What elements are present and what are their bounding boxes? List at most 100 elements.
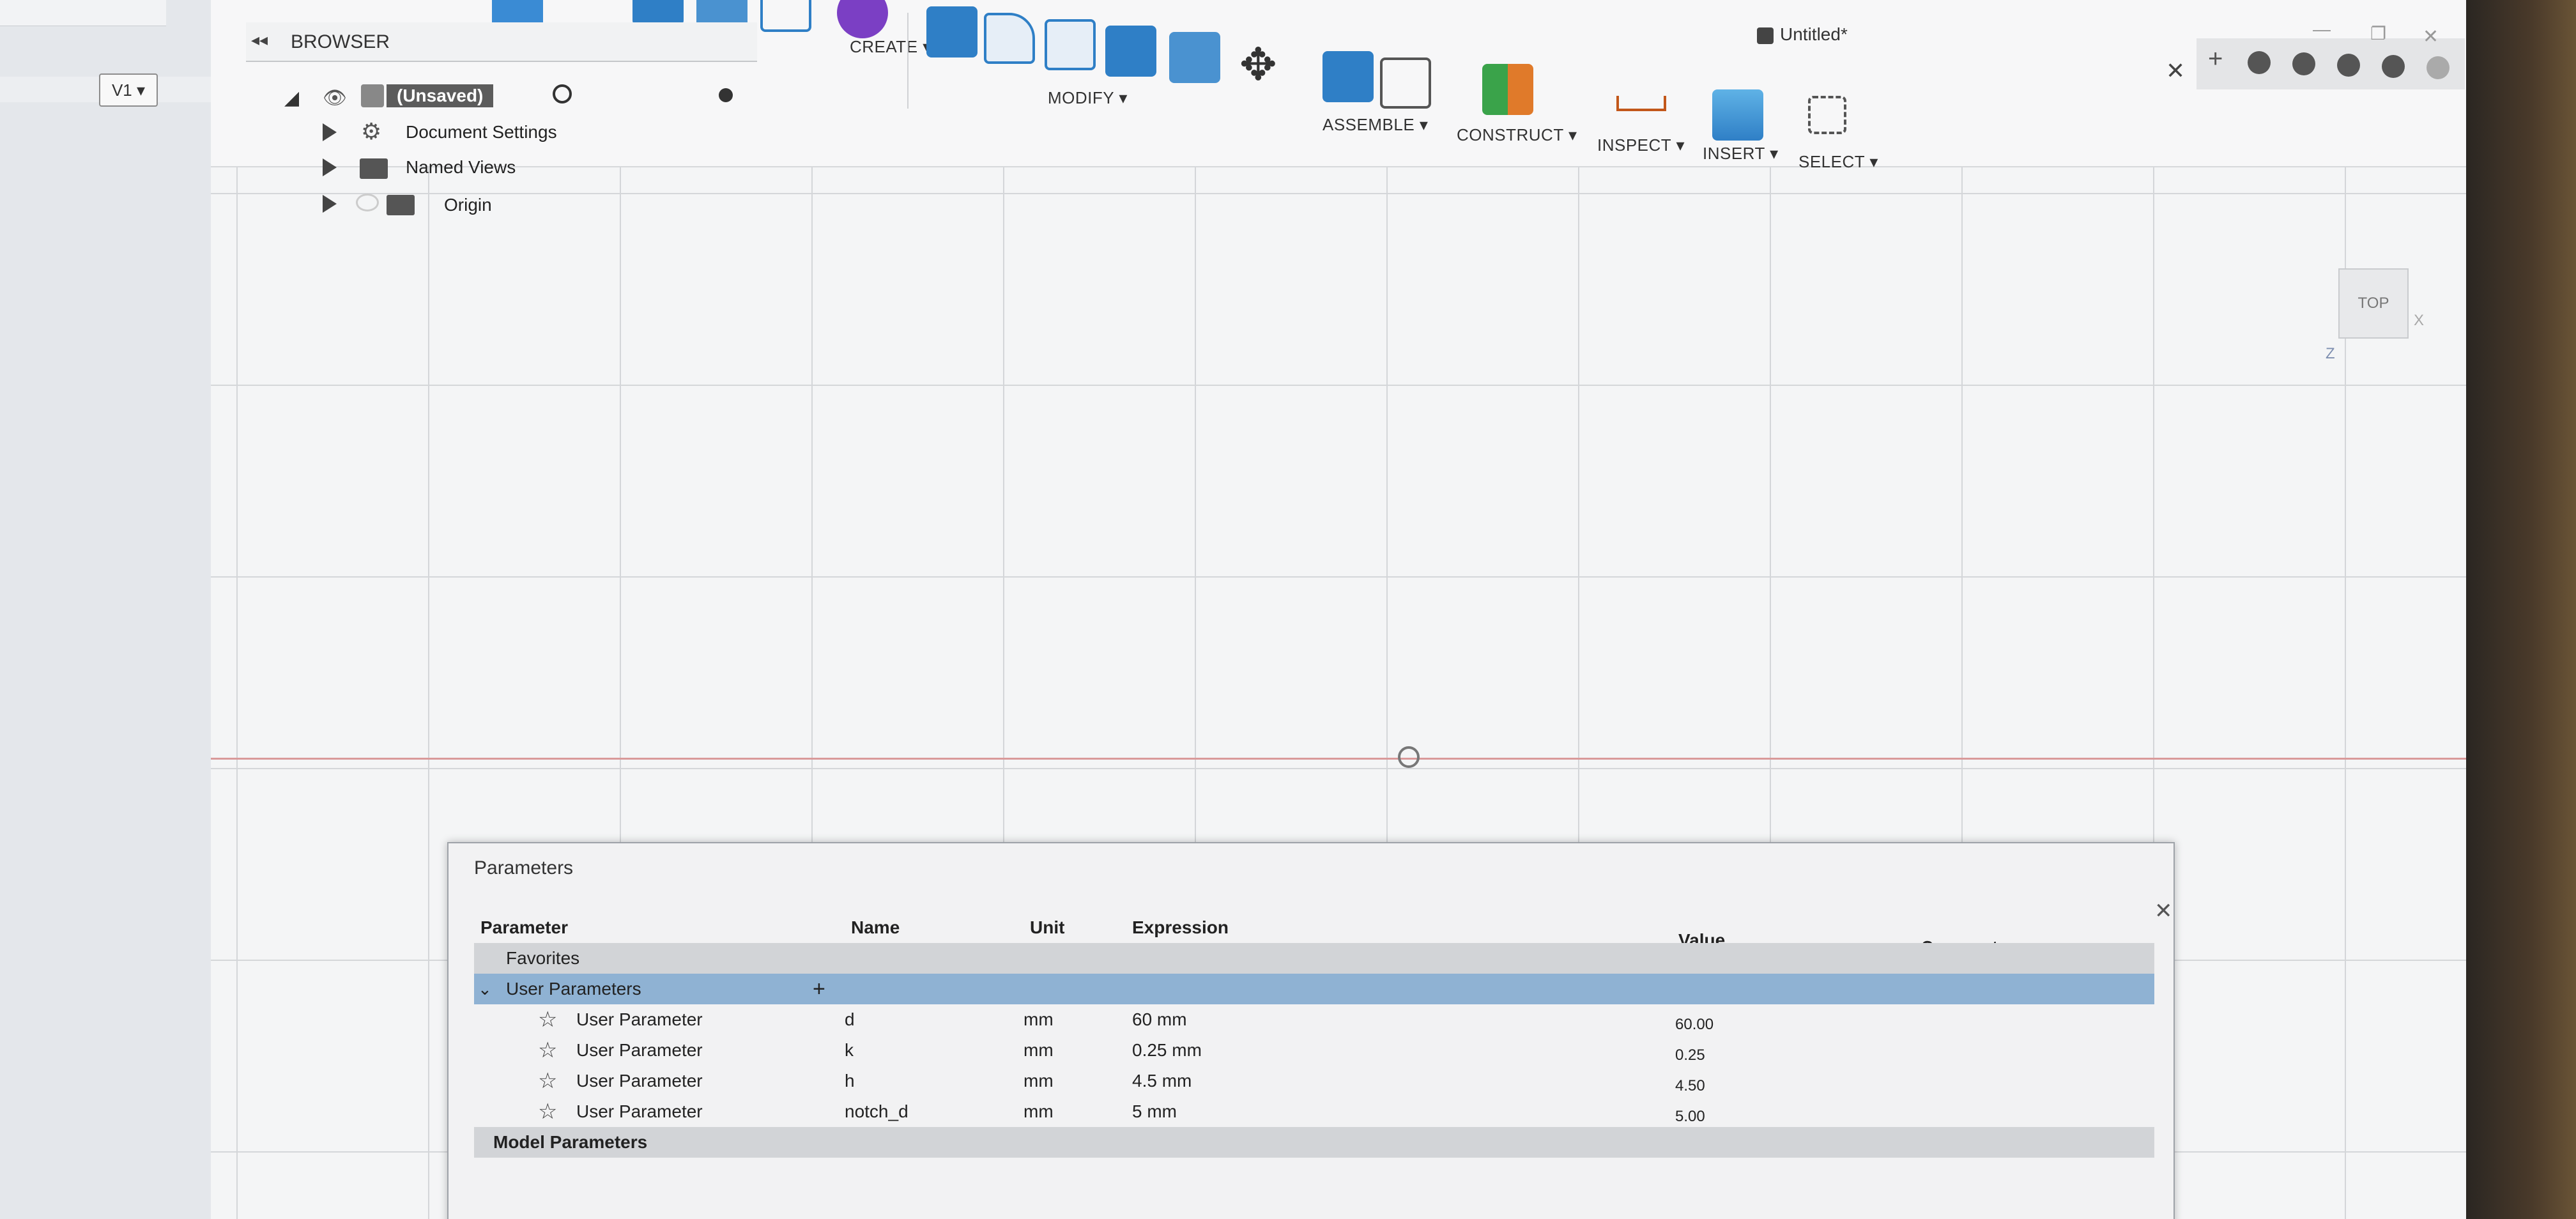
cell-expression[interactable]: 4.5 mm	[1132, 1066, 1192, 1096]
cell-expression[interactable]: 0.25 mm	[1132, 1035, 1202, 1066]
toolbar-create[interactable]: CREATE ▾	[850, 37, 931, 57]
joint-icon[interactable]	[1380, 57, 1431, 109]
chevron-down-icon[interactable]: ⌄	[478, 974, 492, 1004]
dialog-close-icon[interactable]: ✕	[2154, 898, 2173, 924]
activate-radio-icon[interactable]	[553, 84, 572, 103]
table-row[interactable]: ☆ User Parameter h mm 4.5 mm 4.50	[474, 1066, 2154, 1096]
root-component-label[interactable]: (Unsaved)	[387, 84, 494, 107]
add-parameter-button[interactable]: +	[813, 974, 825, 1004]
table-row[interactable]: ☆ User Parameter d mm 60 mm 60.00	[474, 1004, 2154, 1035]
cell-expression[interactable]: 5 mm	[1132, 1096, 1177, 1127]
favorite-star-icon[interactable]: ☆	[538, 1004, 557, 1035]
maximize-icon[interactable]: ❐	[2370, 23, 2386, 44]
sweep-icon[interactable]	[632, 0, 684, 26]
sketch-icon[interactable]	[760, 0, 811, 32]
cell-expression[interactable]: 60 mm	[1132, 1004, 1187, 1035]
browser-header: ◂◂ BROWSER	[246, 22, 757, 62]
combine-icon[interactable]	[1105, 26, 1156, 77]
shell-icon[interactable]	[1045, 19, 1096, 70]
toolbar-select[interactable]: SELECT ▾	[1798, 152, 1878, 172]
window-title: Untitled*	[1757, 24, 1848, 45]
browser-root-row[interactable]: ◢ 👁 (Unsaved)	[284, 83, 757, 116]
toolbar-construct[interactable]: CONSTRUCT ▾	[1457, 125, 1577, 145]
expand-root-icon[interactable]: ◢	[284, 87, 299, 109]
expand-icon[interactable]	[323, 123, 337, 141]
cell-unit[interactable]: mm	[1023, 1096, 1054, 1127]
favorite-star-icon[interactable]: ☆	[538, 1035, 557, 1066]
toolbar-insert[interactable]: INSERT ▾	[1703, 144, 1779, 164]
collapse-browser-icon[interactable]: ◂◂	[251, 30, 268, 50]
group-user-parameters[interactable]: ⌄ User Parameters +	[474, 974, 2154, 1004]
cell-name[interactable]: h	[845, 1066, 855, 1096]
cell-parameter: User Parameter	[576, 1071, 703, 1091]
document-icon	[1757, 27, 1774, 44]
version-select[interactable]: V1 ▾	[99, 73, 158, 107]
table-header: Parameter Name Unit Expression Value Com…	[474, 912, 2154, 956]
fillet-icon[interactable]	[984, 13, 1035, 64]
favorite-star-icon[interactable]: ☆	[538, 1096, 557, 1127]
window-title-text: Untitled*	[1780, 24, 1848, 44]
viewcube-x-axis: X	[2414, 312, 2425, 329]
table-row[interactable]: ☆ User Parameter k mm 0.25 mm 0.25	[474, 1035, 2154, 1066]
close-tab-icon[interactable]: ✕	[2166, 57, 2185, 84]
col-parameter[interactable]: Parameter	[480, 912, 568, 943]
cell-name[interactable]: notch_d	[845, 1096, 908, 1127]
cell-unit[interactable]: mm	[1023, 1035, 1054, 1066]
toolbar-inspect[interactable]: INSPECT ▾	[1597, 135, 1685, 155]
browser-panel: ◂◂ BROWSER ◢ 👁 (Unsaved) ⚙ Document Sett…	[246, 22, 757, 227]
move-icon[interactable]: ✥	[1239, 38, 1277, 91]
cell-parameter: User Parameter	[576, 1009, 703, 1029]
desktop-left-strip: V1 ▾	[0, 0, 211, 1219]
browser-item-named-views[interactable]: Named Views	[323, 153, 706, 187]
cell-name[interactable]: d	[845, 1004, 855, 1035]
browser-item-label: Named Views	[406, 157, 516, 177]
user-avatar[interactable]	[2426, 56, 2450, 79]
origin-point[interactable]	[1398, 746, 1420, 768]
viewcube-z-axis: Z	[2326, 345, 2335, 362]
form-icon[interactable]	[837, 0, 888, 38]
visibility-eye-icon[interactable]: 👁	[323, 87, 347, 109]
browser-item-label: Origin	[444, 195, 492, 215]
col-unit[interactable]: Unit	[1030, 912, 1064, 943]
new-component-icon[interactable]	[1322, 51, 1374, 102]
toolbar-assemble[interactable]: ASSEMBLE ▾	[1322, 115, 1428, 135]
favorite-star-icon[interactable]: ☆	[538, 1066, 557, 1096]
hidden-eye-icon[interactable]	[356, 194, 379, 211]
col-expression[interactable]: Expression	[1132, 912, 1229, 943]
cell-name[interactable]: k	[845, 1035, 854, 1066]
measure-icon[interactable]	[1616, 96, 1666, 111]
offset-plane-icon[interactable]	[1482, 64, 1533, 115]
table-row[interactable]: ☆ User Parameter notch_d mm 5 mm 5.00	[474, 1096, 2154, 1127]
col-name[interactable]: Name	[851, 912, 900, 943]
expand-icon[interactable]	[323, 195, 337, 213]
x-axis-line	[211, 758, 2466, 760]
group-favorites[interactable]: Favorites	[474, 943, 2154, 974]
browser-title: BROWSER	[291, 31, 390, 52]
browser-item-origin[interactable]: Origin	[323, 190, 706, 223]
extensions-icon[interactable]	[2248, 51, 2271, 74]
new-tab-icon[interactable]: +	[2208, 45, 2223, 73]
insert-image-icon[interactable]	[1712, 89, 1763, 141]
notifications-icon[interactable]	[2337, 54, 2360, 77]
fusion-app-window: CREATE ▾ ✥ MODIFY ▾ ASSEMBLE ▾ CONSTRUCT…	[211, 0, 2466, 1219]
minimize-icon[interactable]: —	[2313, 19, 2331, 40]
viewcube[interactable]: TOP	[2338, 268, 2409, 339]
cell-parameter: User Parameter	[576, 1040, 703, 1060]
gear-icon: ⚙	[361, 118, 382, 144]
expand-icon[interactable]	[323, 158, 337, 176]
group-label: Favorites	[506, 948, 580, 968]
desktop-card	[0, 0, 166, 26]
select-icon[interactable]	[1808, 96, 1846, 134]
cell-unit[interactable]: mm	[1023, 1066, 1054, 1096]
cell-unit[interactable]: mm	[1023, 1004, 1054, 1035]
help-icon[interactable]	[2382, 55, 2405, 78]
version-label: V1	[111, 80, 132, 100]
browser-item-document-settings[interactable]: ⚙ Document Settings	[323, 118, 706, 151]
window-close-icon[interactable]: ✕	[2423, 26, 2439, 48]
toolbar-modify[interactable]: MODIFY ▾	[1048, 88, 1128, 108]
job-status-icon[interactable]	[2292, 52, 2315, 75]
group-model-parameters[interactable]: Model Parameters	[474, 1127, 2154, 1158]
browser-options-icon[interactable]	[719, 88, 733, 102]
press-pull-icon[interactable]	[926, 6, 977, 57]
offset-face-icon[interactable]	[1169, 32, 1220, 83]
